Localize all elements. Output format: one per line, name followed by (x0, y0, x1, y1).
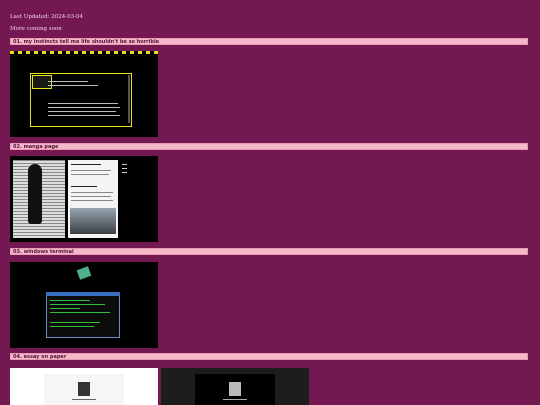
section-header-03: 03. windows terminal (10, 248, 528, 255)
section-header-04: 04. essay on paper (10, 353, 528, 360)
section-header-02: 02. manga page (10, 143, 528, 150)
doc-heading-line (71, 186, 97, 187)
text-line (48, 107, 120, 108)
doc-text-line (71, 200, 113, 201)
caption-line (72, 399, 96, 400)
project-thumbnail-04-dark[interactable] (161, 368, 309, 405)
nav-link (122, 172, 127, 173)
doc-text-line (71, 196, 111, 197)
terminal-output-line (50, 322, 100, 323)
terminal-output-line (50, 326, 94, 327)
doc-text-line (71, 170, 111, 171)
doc-title-line (71, 164, 101, 165)
scrollbar (128, 75, 130, 123)
more-coming-text: More coming soon (10, 26, 62, 32)
project-thumbnail-04-light[interactable] (10, 368, 158, 405)
portrait-image (78, 382, 90, 396)
text-line (48, 81, 88, 82)
terminal-titlebar (46, 292, 120, 296)
project-thumbnail-03[interactable] (10, 262, 158, 348)
text-line (48, 103, 118, 104)
text-line (48, 111, 116, 112)
section-header-01: 01. my instincts tell me life shouldn't … (10, 38, 528, 45)
terminal-output-line (50, 304, 105, 305)
terminal-output-line (50, 312, 110, 313)
doc-text-line (71, 174, 109, 175)
car-photo (70, 208, 116, 234)
last-updated-text: Last Updated: 2024-03-04 (10, 14, 83, 20)
text-line (48, 115, 120, 116)
text-line (48, 85, 98, 86)
nav-link (122, 168, 127, 169)
terminal-app-icon (76, 266, 92, 280)
logo-icon (32, 75, 52, 89)
terminal-output-line (50, 300, 90, 301)
caption-line (223, 399, 247, 400)
project-thumbnail-01[interactable] (10, 51, 158, 137)
doc-text-line (71, 192, 113, 193)
hazard-tape-stripe (10, 51, 158, 54)
project-thumbnail-02[interactable] (10, 156, 158, 242)
nav-link (122, 164, 127, 165)
terminal-window (46, 292, 120, 338)
figure-silhouette (28, 164, 42, 224)
terminal-output-line (50, 308, 80, 309)
portrait-image (229, 382, 241, 396)
